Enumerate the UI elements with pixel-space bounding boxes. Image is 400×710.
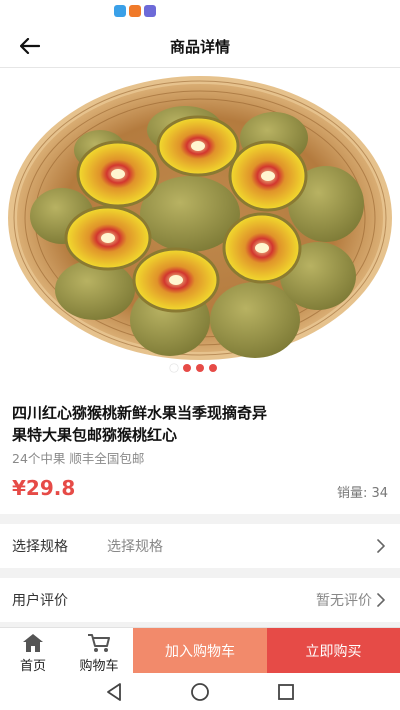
- notification-icon-3: [144, 5, 156, 17]
- status-icons: [114, 5, 156, 17]
- cart-icon: [88, 634, 110, 652]
- nav-recents-icon[interactable]: [275, 681, 297, 703]
- notification-icon-1: [114, 5, 126, 17]
- sales-label: 销量:: [336, 486, 372, 501]
- buy-now-button[interactable]: 立即购买: [267, 628, 400, 674]
- header-bar: 商品详情: [0, 24, 400, 68]
- cart-tab-label: 购物车: [79, 659, 119, 674]
- bottom-action-bar: 首页 购物车 加入购物车 立即购买: [0, 627, 400, 674]
- carousel-dot[interactable]: [209, 364, 217, 372]
- review-value: 暂无评价: [316, 593, 372, 609]
- product-image: [0, 68, 400, 380]
- system-nav-bar: [0, 673, 400, 710]
- nav-back-icon[interactable]: [103, 681, 125, 703]
- notification-icon-2: [129, 5, 141, 17]
- status-bar: [0, 0, 400, 24]
- product-title-line: 果特大果包邮猕猴桃红心: [12, 426, 178, 444]
- nav-home-icon[interactable]: [189, 681, 211, 703]
- home-icon: [23, 634, 43, 652]
- carousel-dot[interactable]: [183, 364, 191, 372]
- review-label: 用户评价: [12, 593, 68, 609]
- carousel-dot[interactable]: [170, 364, 178, 372]
- home-tab[interactable]: 首页: [0, 628, 66, 674]
- home-tab-label: 首页: [19, 659, 46, 674]
- spec-label: 选择规格: [12, 539, 68, 555]
- product-title-line: 四川红心猕猴桃新鲜水果当季现摘奇异: [12, 404, 268, 422]
- product-subtitle: 24个中果 顺丰全国包邮: [12, 451, 145, 466]
- carousel-dot[interactable]: [196, 364, 204, 372]
- user-review-row[interactable]: 用户评价 暂无评价: [0, 578, 400, 622]
- product-info: 四川红心猕猴桃新鲜水果当季现摘奇异 果特大果包邮猕猴桃红心 24个中果 顺丰全国…: [0, 380, 400, 514]
- page-title: 商品详情: [169, 38, 230, 56]
- chevron-right-icon: [377, 539, 385, 553]
- chevron-right-icon: [377, 593, 385, 607]
- product-title: 四川红心猕猴桃新鲜水果当季现摘奇异 果特大果包邮猕猴桃红心: [12, 402, 388, 446]
- cart-tab[interactable]: 购物车: [66, 628, 132, 674]
- spec-value: 选择规格: [107, 539, 163, 555]
- carousel-dots: [170, 364, 217, 372]
- sales-count: 销量: 34: [337, 482, 388, 501]
- spec-select-row[interactable]: 选择规格 选择规格: [0, 524, 400, 568]
- sales-value: 34: [371, 486, 388, 501]
- product-image-carousel[interactable]: [0, 68, 400, 380]
- add-to-cart-button[interactable]: 加入购物车: [133, 628, 267, 674]
- product-price: ¥29.8: [12, 476, 76, 500]
